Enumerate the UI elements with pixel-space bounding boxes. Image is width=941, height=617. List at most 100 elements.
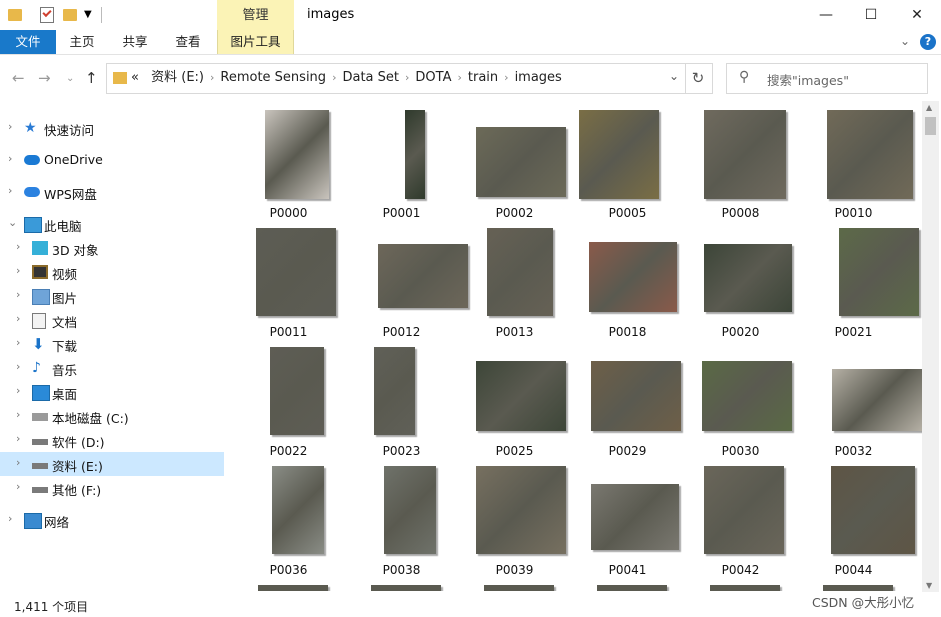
star-icon: ★ [24,120,37,136]
tab-manage[interactable]: 管理 [217,0,294,30]
sidebar-item[interactable]: › ★ 快速访问 [0,116,224,140]
sidebar-item[interactable]: › ⬇ 下载 [0,332,224,356]
expand-ribbon-icon[interactable]: ⌄ [900,34,910,48]
up-folder-icon[interactable]: ↑ [85,69,98,87]
file-item[interactable]: P0002 [458,103,571,222]
file-item[interactable]: P0001 [345,103,458,222]
file-item[interactable]: P0038 [345,460,458,579]
file-item[interactable]: P0041 [571,460,684,579]
sidebar-item[interactable]: › 图片 [0,284,224,308]
file-item[interactable]: P0013 [458,222,571,341]
breadcrumb-overflow[interactable]: « [131,70,139,85]
chevron-right-icon[interactable]: › [16,312,26,325]
chevron-right-icon[interactable]: › [16,360,26,373]
breadcrumb-item[interactable]: 资料 (E:) [151,70,204,85]
chevron-right-icon[interactable]: › [16,384,26,397]
chevron-right-icon[interactable]: › [8,120,18,133]
scrollbar-thumb[interactable] [925,117,936,135]
file-item[interactable]: P0044 [797,460,915,579]
breadcrumb-separator-icon[interactable]: › [504,71,508,84]
scroll-down-icon[interactable]: ▼ [926,581,932,590]
file-item[interactable]: P0008 [684,103,797,222]
search-input[interactable]: ⚲ 搜索"images" [726,63,928,94]
file-item[interactable]: P0022 [232,341,345,460]
tab-home[interactable]: 主页 [62,30,102,54]
file-item[interactable]: P0023 [345,341,458,460]
file-item[interactable]: P0021 [797,222,919,341]
sidebar-item[interactable]: › 视频 [0,260,224,284]
sidebar-item[interactable]: › OneDrive [0,148,224,172]
search-icon: ⚲ [739,69,750,85]
breadcrumb-separator-icon[interactable]: › [332,71,336,84]
thumbnail-image [710,585,780,591]
customize-toolbar-dropdown-icon[interactable]: ▼ [84,9,92,25]
chevron-down-icon[interactable]: ⌄ [8,216,18,229]
breadcrumb-item[interactable]: Data Set [342,70,399,85]
file-item[interactable]: P0000 [232,103,345,222]
chevron-right-icon[interactable]: › [16,408,26,421]
vertical-scrollbar[interactable]: ▲ ▼ [922,101,939,592]
breadcrumb-item[interactable]: train [468,70,498,85]
tab-share[interactable]: 共享 [115,30,155,54]
breadcrumb-item[interactable]: DOTA [415,70,451,85]
file-item[interactable]: P0036 [232,460,345,579]
minimize-button[interactable]: — [803,0,849,30]
file-item[interactable]: P0025 [458,341,571,460]
sidebar-item[interactable]: › 其他 (F:) [0,476,224,500]
chevron-right-icon[interactable]: › [16,288,26,301]
chevron-right-icon[interactable]: › [8,152,18,165]
sidebar-item[interactable]: › WPS网盘 [0,180,224,204]
breadcrumb-separator-icon[interactable]: › [210,71,214,84]
chevron-right-icon[interactable]: › [8,184,18,197]
properties-icon[interactable] [40,7,54,23]
file-item[interactable]: P0012 [345,222,468,341]
chevron-right-icon[interactable]: › [16,336,26,349]
sidebar-item[interactable]: › 软件 (D:) [0,428,224,452]
sidebar-item[interactable]: › 资料 (E:) [0,452,224,476]
back-icon[interactable]: ← [12,69,25,87]
breadcrumb-item[interactable]: Remote Sensing [220,70,326,85]
file-item[interactable]: P0010 [797,103,913,222]
scroll-up-icon[interactable]: ▲ [926,103,932,112]
breadcrumb-item[interactable]: images [515,70,562,85]
sidebar-item[interactable]: › 本地磁盘 (C:) [0,404,224,428]
forward-icon[interactable]: → [38,69,51,87]
chevron-right-icon[interactable]: › [8,512,18,525]
file-item[interactable]: P0020 [684,222,797,341]
tab-view[interactable]: 查看 [168,30,208,54]
file-item[interactable]: P0011 [232,222,345,341]
video-icon [32,265,48,279]
tab-picture-tools[interactable]: 图片工具 [217,30,294,54]
file-item[interactable]: P0030 [684,341,797,460]
file-item[interactable]: P0032 [797,341,922,460]
chevron-right-icon[interactable]: › [16,456,26,469]
maximize-button[interactable]: ☐ [848,0,894,30]
close-button[interactable]: ✕ [894,0,940,30]
file-item[interactable]: P0005 [571,103,684,222]
folder-icon[interactable] [8,9,22,21]
breadcrumb-separator-icon[interactable]: › [457,71,461,84]
help-icon[interactable]: ? [920,34,936,50]
chevron-right-icon[interactable]: › [16,480,26,493]
file-item[interactable]: P0042 [684,460,797,579]
file-item[interactable]: P0039 [458,460,571,579]
file-item[interactable]: P0018 [571,222,684,341]
chevron-right-icon[interactable]: › [16,432,26,445]
address-dropdown-icon[interactable]: ⌄ [669,69,679,83]
recent-locations-icon[interactable]: ⌄ [66,73,74,84]
sidebar-item[interactable]: › 3D 对象 [0,236,224,260]
address-bar[interactable]: « 资料 (E:) › Remote Sensing › Data Set › DOTA › t… [106,63,686,94]
chevron-right-icon[interactable]: › [16,240,26,253]
refresh-icon[interactable]: ↻ [684,63,713,94]
sidebar-item[interactable]: › 文档 [0,308,224,332]
file-item[interactable]: P0029 [571,341,684,460]
sidebar-item[interactable]: › 网络 [0,508,224,532]
new-folder-icon[interactable] [63,9,77,21]
sidebar-item[interactable]: › ♪ 音乐 [0,356,224,380]
breadcrumb-separator-icon[interactable]: › [405,71,409,84]
file-name: P0005 [608,206,647,220]
chevron-right-icon[interactable]: › [16,264,26,277]
sidebar-item[interactable]: › 桌面 [0,380,224,404]
sidebar-item[interactable]: ⌄ 此电脑 [0,212,224,236]
tab-file[interactable]: 文件 [0,30,56,54]
